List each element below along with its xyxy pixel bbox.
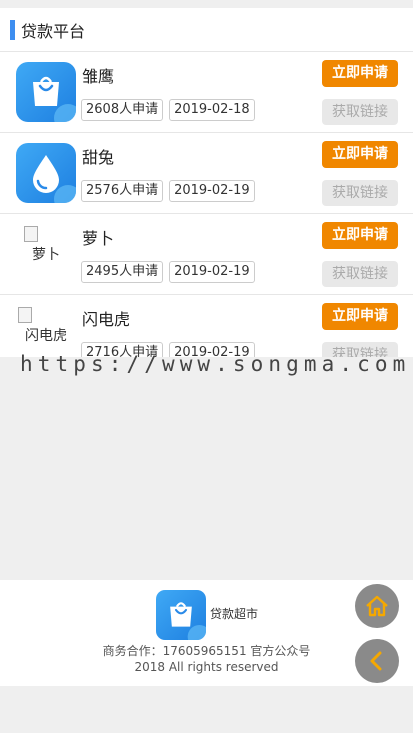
platform-name: 甜兔 <box>82 148 115 167</box>
listing-date: 2019-02-18 <box>169 99 255 121</box>
list-item[interactable]: 萝卜 萝卜 2495人申请 2019-02-19 立即申请 获取链接 <box>0 214 413 295</box>
watermark-text: https://www.songma.com <box>20 352 411 376</box>
platform-logo-broken[interactable]: 萝卜 <box>16 224 76 284</box>
platform-name: 闪电虎 <box>82 310 131 329</box>
platform-logo-broken[interactable]: 闪电虎 <box>16 305 76 357</box>
apply-button[interactable]: 立即申请 <box>322 303 398 330</box>
platform-logo[interactable] <box>16 62 76 122</box>
listing-date: 2019-02-19 <box>169 261 255 283</box>
footer-contact: 商务合作：17605965151 官方公众号 <box>102 644 311 658</box>
platform-list: 雏鹰 2608人申请 2019-02-18 立即申请 获取链接 甜兔 2576人… <box>0 52 413 357</box>
apply-button[interactable]: 立即申请 <box>322 141 398 168</box>
apply-button[interactable]: 立即申请 <box>322 222 398 249</box>
listing-date: 2019-02-19 <box>169 180 255 202</box>
footer-logo <box>156 590 206 640</box>
broken-image-icon <box>24 226 38 242</box>
applicant-count: 2608人申请 <box>81 99 164 121</box>
shopping-bag-icon <box>170 602 206 640</box>
list-item[interactable]: 闪电虎 闪电虎 2716人申请 2019-02-19 立即申请 获取链接 <box>0 295 413 357</box>
back-button[interactable] <box>355 639 399 683</box>
list-item[interactable]: 雏鹰 2608人申请 2019-02-18 立即申请 获取链接 <box>0 52 413 133</box>
section-header: 贷款平台 <box>0 8 413 52</box>
get-link-button[interactable]: 获取链接 <box>322 180 398 206</box>
platform-logo[interactable] <box>16 143 76 203</box>
footer-brand: 贷款超市 <box>210 607 259 621</box>
section-title: 贷款平台 <box>21 21 86 41</box>
shopping-bag-icon <box>33 76 76 122</box>
home-icon <box>366 595 388 617</box>
platform-name: 雏鹰 <box>82 67 115 86</box>
water-drop-icon <box>33 155 76 203</box>
home-button[interactable] <box>355 584 399 628</box>
broken-image-icon <box>18 307 32 323</box>
applicant-count: 2576人申请 <box>81 180 164 202</box>
list-item[interactable]: 甜兔 2576人申请 2019-02-19 立即申请 获取链接 <box>0 133 413 214</box>
apply-button[interactable]: 立即申请 <box>322 60 398 87</box>
logo-alt-text: 闪电虎 <box>25 328 67 344</box>
footer-copyright: 2018 All rights reserved <box>134 660 279 674</box>
top-strip <box>0 0 413 8</box>
get-link-button[interactable]: 获取链接 <box>322 261 398 287</box>
footer: 贷款超市 商务合作：17605965151 官方公众号 2018 All rig… <box>0 580 413 686</box>
chevron-left-icon <box>370 651 382 671</box>
applicant-count: 2495人申请 <box>81 261 164 283</box>
logo-alt-text: 萝卜 <box>32 247 60 263</box>
platform-name: 萝卜 <box>82 229 115 248</box>
section-accent-bar <box>10 19 15 40</box>
get-link-button[interactable]: 获取链接 <box>322 99 398 125</box>
